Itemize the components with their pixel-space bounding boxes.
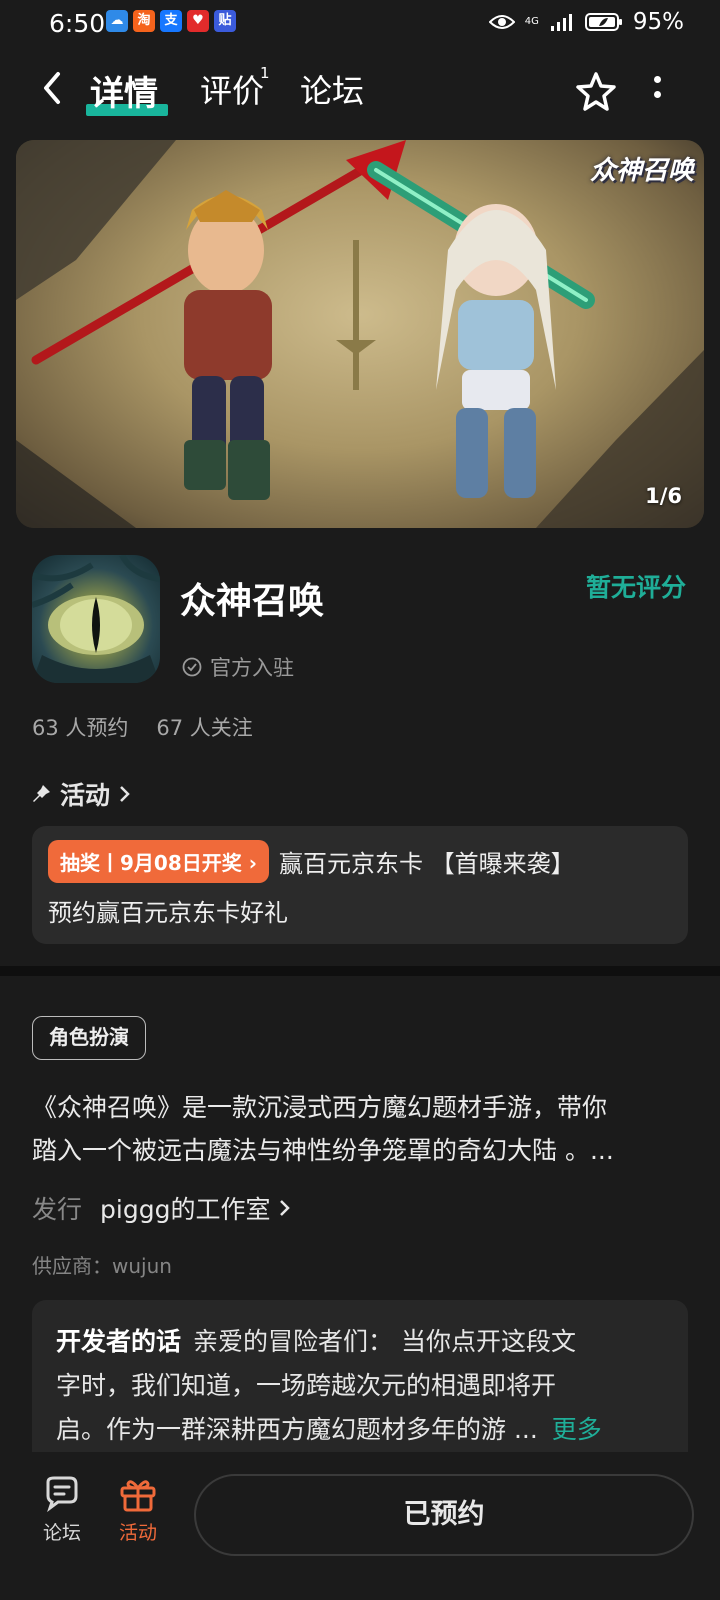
banner-artwork bbox=[16, 140, 704, 528]
developer-note-line3: 启。作为一群深耕西方魔幻题材多年的游 ... bbox=[56, 1415, 538, 1444]
activity-section-header[interactable]: 活动 bbox=[32, 776, 132, 812]
tab-forum[interactable]: 论坛 bbox=[300, 66, 364, 112]
reserved-button[interactable]: 已预约 bbox=[194, 1474, 694, 1556]
publisher-row[interactable]: 发行 piggg的工作室 bbox=[32, 1190, 292, 1226]
tab-details[interactable]: 详情 bbox=[90, 66, 158, 115]
status-time: 6:50 bbox=[49, 9, 106, 38]
signal-icon bbox=[550, 14, 572, 31]
lottery-chevron-icon: › bbox=[248, 851, 257, 875]
gift-icon bbox=[120, 1480, 156, 1512]
publisher-chevron-icon bbox=[280, 1200, 291, 1216]
forum-chat-icon bbox=[46, 1476, 78, 1512]
top-nav: 详情 评价 1 论坛 bbox=[0, 58, 720, 128]
chevron-right-icon bbox=[120, 786, 130, 802]
verified-check-icon bbox=[182, 657, 202, 677]
status-bar: 6:50 ☁ 淘 支 ♥ 贴 4G 95% bbox=[0, 0, 720, 50]
alipay-notif-icon: 支 bbox=[160, 10, 182, 32]
publisher-label: 发行 bbox=[32, 1195, 83, 1224]
bottom-activity-button[interactable]: 活动 bbox=[108, 1476, 168, 1545]
screenshot-carousel[interactable]: 众神召唤 1/6 bbox=[16, 140, 704, 528]
reviews-count-badge: 1 bbox=[260, 64, 270, 82]
more-options-icon[interactable] bbox=[650, 76, 664, 106]
game-stats: 63 人预约 67 人关注 bbox=[32, 712, 253, 742]
banner-game-logo: 众神召唤 bbox=[589, 156, 694, 186]
activity-title-line2: 预约赢百元京东卡好礼 bbox=[48, 899, 288, 927]
bottom-forum-label: 论坛 bbox=[42, 1522, 81, 1544]
lottery-tag-label: 抽奖丨9月08日开奖 bbox=[60, 851, 242, 875]
activity-title-line1: 赢百元京东卡 【首曝来袭】 bbox=[278, 850, 575, 878]
official-label: 官方入驻 bbox=[210, 656, 294, 680]
description-line-1: 《众神召唤》是一款沉浸式西方魔幻题材手游，带你 bbox=[32, 1093, 608, 1122]
notification-icons: ☁ 淘 支 ♥ 贴 bbox=[106, 10, 236, 32]
bottom-activity-label: 活动 bbox=[118, 1522, 157, 1544]
status-right: 4G 95% bbox=[488, 9, 684, 35]
game-title: 众神召唤 bbox=[180, 581, 325, 622]
publisher-name: piggg的工作室 bbox=[100, 1195, 271, 1224]
follower-count: 67 人关注 bbox=[156, 716, 253, 740]
game-description[interactable]: 《众神召唤》是一款沉浸式西方魔幻题材手游，带你 踏入一个被远古魔法与神性纷争笼罩… bbox=[32, 1086, 692, 1172]
developer-note-line2: 字时，我们知道，一场跨越次元的相遇即将开 bbox=[56, 1371, 557, 1400]
lottery-tag: 抽奖丨9月08日开奖 › bbox=[48, 840, 269, 883]
pin-icon bbox=[33, 785, 50, 802]
reservation-count: 63 人预约 bbox=[32, 716, 129, 740]
supplier-info: 供应商：wujun bbox=[32, 1254, 172, 1278]
developer-note-label: 开发者的话 bbox=[56, 1327, 182, 1356]
more-link[interactable]: 更多 bbox=[552, 1415, 602, 1444]
battery-icon bbox=[584, 13, 622, 31]
genre-tag[interactable]: 角色扮演 bbox=[32, 1016, 146, 1060]
section-divider bbox=[0, 966, 720, 976]
taobao-notif-icon: 淘 bbox=[133, 10, 155, 32]
tieba-notif-icon: 贴 bbox=[214, 10, 236, 32]
back-icon[interactable] bbox=[34, 68, 74, 108]
official-verified: 官方入驻 bbox=[182, 652, 294, 682]
bottom-forum-button[interactable]: 论坛 bbox=[32, 1476, 92, 1545]
favorite-star-icon[interactable] bbox=[574, 70, 618, 114]
activity-header-label: 活动 bbox=[60, 781, 111, 810]
game-app-icon bbox=[32, 555, 160, 683]
network-type: 4G bbox=[524, 16, 539, 27]
tab-reviews[interactable]: 评价 bbox=[200, 66, 264, 112]
activity-card[interactable]: 抽奖丨9月08日开奖 › 赢百元京东卡 【首曝来袭】 预约赢百元京东卡好礼 bbox=[32, 826, 688, 944]
dragon-eye-icon bbox=[32, 555, 160, 683]
health-notif-icon: ♥ bbox=[187, 10, 209, 32]
tab-details-label: 详情 bbox=[90, 74, 158, 114]
bottom-action-bar: 论坛 活动 已预约 bbox=[0, 1452, 720, 1600]
carousel-page-indicator: 1/6 bbox=[645, 484, 682, 508]
game-detail-page: 6:50 ☁ 淘 支 ♥ 贴 4G 95% 详情 评价 1 论坛 众神召唤 1/… bbox=[0, 0, 720, 1600]
description-line-2: 踏入一个被远古魔法与神性纷争笼罩的奇幻大陆 。... bbox=[32, 1136, 614, 1165]
eye-icon bbox=[488, 15, 515, 29]
battery-percent: 95% bbox=[632, 9, 684, 35]
developer-note-line1: 亲爱的冒险者们： 当你点开这段文 bbox=[193, 1327, 576, 1356]
weather-notif-icon: ☁ bbox=[106, 10, 128, 32]
rating-text: 暂无评分 bbox=[585, 573, 686, 602]
